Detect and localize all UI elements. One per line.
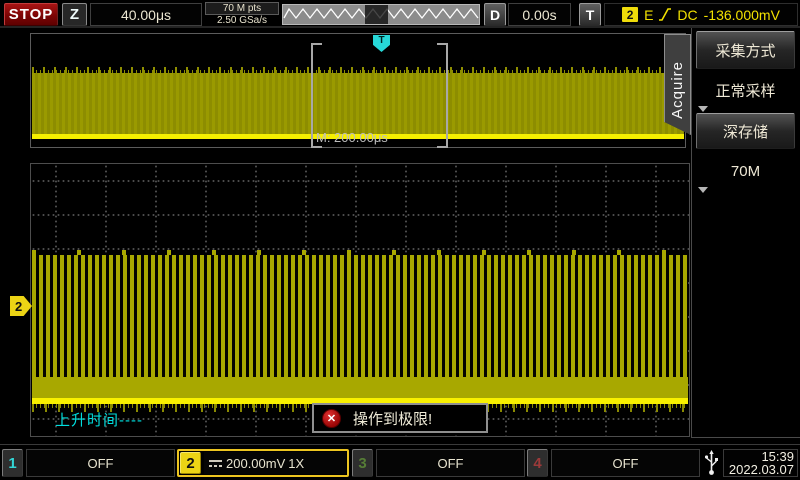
trigger-type: E: [644, 7, 653, 23]
run-stop-button[interactable]: STOP: [4, 3, 58, 26]
record-position-bar[interactable]: [282, 4, 480, 25]
rising-edge-icon: [659, 7, 671, 22]
horizontal-delay-readout: 0.00s: [508, 3, 571, 26]
channel2-settings: 200.00mV 1X: [204, 452, 346, 474]
acquire-tab-label: Acquire: [669, 51, 686, 119]
memory-depth-value: 70M: [694, 156, 797, 186]
side-menu: 采集方式 正常采样 深存储 70M: [691, 28, 800, 438]
trigger-source-badge: 2: [622, 7, 638, 22]
acquisition-mode-value: 正常采样: [694, 75, 797, 105]
acquisition-mode-text: 正常采样: [715, 80, 775, 101]
chevron-down-icon: [698, 187, 708, 193]
acquisition-readout: 70 M pts 2.50 GSa/s: [205, 2, 279, 26]
channel2-badge: 2: [180, 452, 201, 474]
error-icon: ✕: [322, 409, 341, 428]
zoom-mode-button[interactable]: Z: [62, 3, 87, 26]
sample-rate: 2.50 GSa/s: [205, 15, 279, 26]
memory-depth-text: 70M: [731, 163, 760, 180]
channel1-status: OFF: [26, 449, 175, 477]
main-timebase-label: M: 200.00μs: [316, 130, 388, 145]
trigger-position-marker[interactable]: T: [373, 35, 390, 52]
menu-item-acquisition-mode[interactable]: 采集方式: [696, 31, 795, 69]
timebase-readout: 40.00μs: [90, 3, 202, 26]
channel4-badge: 4: [527, 449, 548, 477]
dc-coupling-icon: [208, 458, 223, 469]
chevron-down-icon: [698, 106, 708, 112]
channel3-badge: 3: [352, 449, 373, 477]
channel1-cell[interactable]: 1 OFF: [2, 449, 175, 477]
channel2-probe: 1X: [288, 456, 304, 471]
channel2-cell[interactable]: 2 200.00mV 1X: [177, 449, 349, 477]
channel3-cell[interactable]: 3 OFF: [352, 449, 525, 477]
trigger-level: -136.000mV: [704, 7, 780, 23]
channel2-scale: 200.00mV: [226, 456, 285, 471]
view-window-marker: [365, 5, 388, 24]
channel4-cell[interactable]: 4 OFF: [527, 449, 700, 477]
date-readout: 2022.03.07: [729, 463, 794, 476]
usb-indicator: [702, 449, 721, 477]
channel2-position-marker[interactable]: 2: [10, 296, 32, 316]
clock: 15:39 2022.03.07: [723, 449, 798, 477]
channel3-status: OFF: [376, 449, 525, 477]
channel4-status: OFF: [551, 449, 700, 477]
channel-status-bar: 1 OFF 2 200.00mV 1X 3 OFF 4 OFF: [0, 444, 800, 480]
trigger-status: 2 E DC -136.000mV: [604, 3, 798, 26]
delay-button[interactable]: D: [484, 3, 506, 26]
alert-message: 操作到极限!: [353, 408, 432, 429]
oscilloscope-screen: STOP Z 40.00μs 70 M pts 2.50 GSa/s D 0.0…: [0, 0, 800, 480]
trigger-coupling: DC: [677, 7, 697, 23]
channel2-waveform-dense: [32, 377, 688, 398]
acquire-tab[interactable]: Acquire: [664, 34, 691, 135]
memory-depth: 70 M pts: [205, 2, 279, 15]
rise-time-measurement: 上升时间----: [55, 409, 143, 430]
zoom-window-right-bracket[interactable]: [437, 43, 448, 148]
waveform-overview: T M: 200.00μs: [30, 33, 686, 148]
overview-waveform-band: [32, 73, 684, 134]
menu-item-deep-memory[interactable]: 深存储: [696, 113, 795, 149]
top-bar: STOP Z 40.00μs 70 M pts 2.50 GSa/s D 0.0…: [0, 0, 800, 28]
trigger-menu-button[interactable]: T: [579, 3, 601, 26]
channel1-badge: 1: [2, 449, 23, 477]
usb-icon: [705, 450, 718, 476]
waveform-display: 上升时间----: [30, 163, 690, 437]
alert-dialog: ✕ 操作到极限!: [312, 403, 488, 433]
channel2-waveform: [32, 255, 688, 377]
